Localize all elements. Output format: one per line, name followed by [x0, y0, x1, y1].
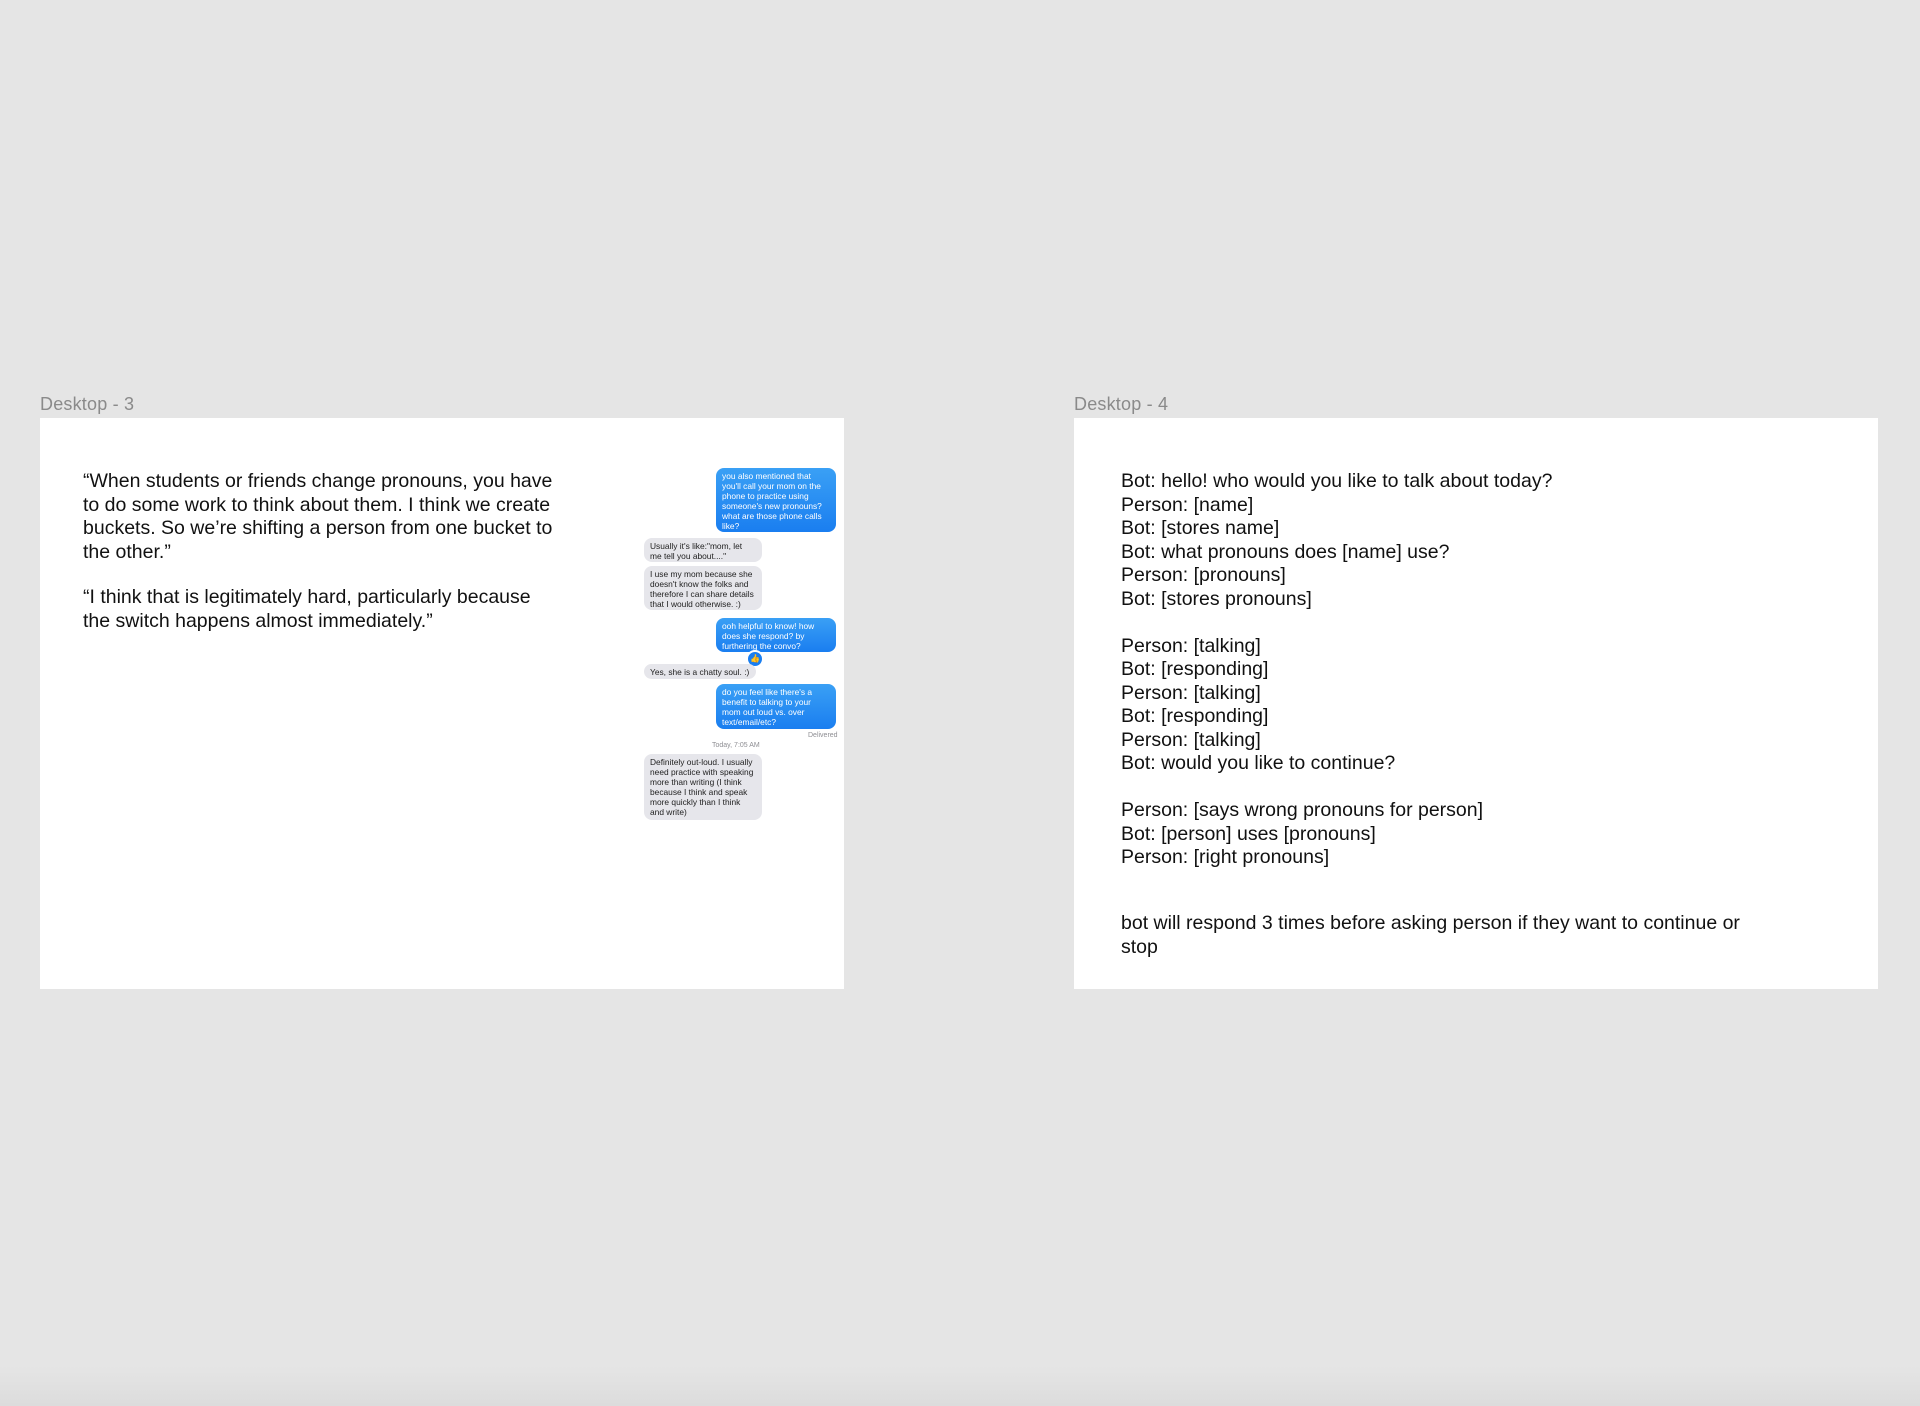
frame-label-desktop-3[interactable]: Desktop - 3	[40, 394, 134, 415]
script-line: Person: [talking]	[1121, 681, 1261, 704]
chat-bubble-incoming: Definitely out-loud. I usually need prac…	[644, 754, 762, 820]
chat-bubble-outgoing: you also mentioned that you'll call your…	[716, 468, 836, 532]
chat-bubble-incoming: Usually it's like:"mom, let me tell you …	[644, 538, 762, 562]
script-line: Person: [talking]	[1121, 728, 1261, 751]
frame-desktop-4[interactable]: Bot: hello! who would you like to talk a…	[1074, 418, 1878, 989]
script-line: Bot: [person] uses [pronouns]	[1121, 822, 1376, 845]
script-line: Person: [talking]	[1121, 634, 1261, 657]
script-line: Bot: [responding]	[1121, 705, 1269, 727]
script-line: Bot: [stores pronouns]	[1121, 587, 1312, 610]
frame-label-desktop-4[interactable]: Desktop - 4	[1074, 394, 1168, 415]
frame-desktop-3[interactable]: “When students or friends change pronoun…	[40, 418, 844, 989]
delivered-status: Delivered	[808, 732, 838, 739]
script-line: Bot: [stores name]	[1121, 517, 1280, 539]
canvas-bottom-edge	[0, 1366, 1920, 1406]
script-line: Person: [pronouns]	[1121, 564, 1286, 586]
chat-timestamp: Today, 7:05 AM	[712, 742, 760, 749]
script-line: Person: [right pronouns]	[1121, 846, 1330, 868]
quote-text: “When students or friends change pronoun…	[83, 470, 553, 563]
chat-bubble-outgoing: ooh helpful to know! how does she respon…	[716, 618, 836, 652]
script-line: Bot: what pronouns does [name] use?	[1121, 540, 1450, 563]
script-line: Bot: would you like to continue?	[1121, 752, 1396, 774]
script-note: bot will respond 3 times before asking p…	[1121, 912, 1740, 958]
chat-bubble-incoming: Yes, she is a chatty soul. :)	[644, 664, 756, 679]
script-line: Bot: hello! who would you like to talk a…	[1121, 470, 1553, 492]
script-line: Person: [says wrong pronouns for person]	[1121, 799, 1484, 821]
bot-script: Bot: hello! who would you like to talk a…	[1121, 470, 1841, 870]
script-line: Bot: [responding]	[1121, 658, 1269, 680]
chat-bubble-incoming: I use my mom because she doesn't know th…	[644, 566, 762, 610]
script-line: Person: [name]	[1121, 493, 1254, 516]
quote-text: “I think that is legitimately hard, part…	[83, 586, 531, 632]
chat-screenshot: you also mentioned that you'll call your…	[602, 468, 842, 828]
chat-bubble-outgoing: do you feel like there's a benefit to ta…	[716, 684, 836, 729]
